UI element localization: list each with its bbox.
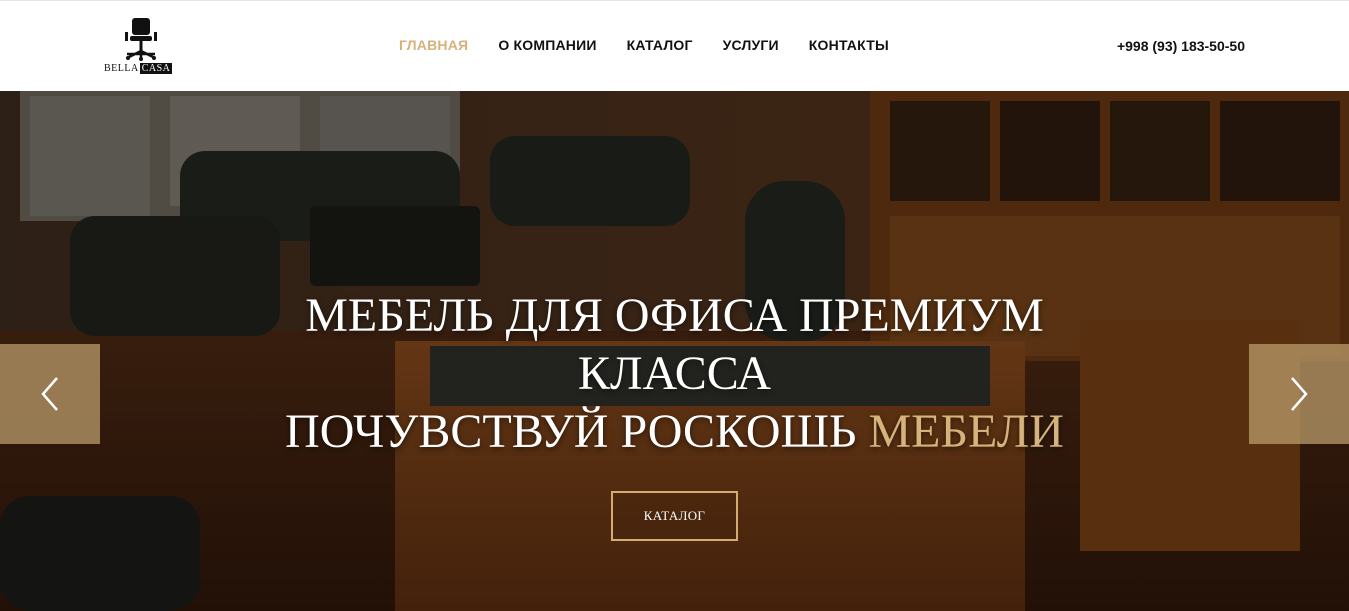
logo-text-casa: CASA [139,62,173,74]
hero-headline-line3-white: ПОЧУВСТВУЙ РОСКОШЬ [285,405,857,458]
chevron-left-icon [41,377,58,411]
nav-item-about[interactable]: О КОМПАНИИ [498,37,596,53]
logo-text-bella: BELLA [104,62,139,74]
site-header: BELLA CASA ГЛАВНАЯ О КОМПАНИИ КАТАЛОГ УС… [0,0,1349,91]
nav-item-catalog[interactable]: КАТАЛОГ [627,37,693,53]
hero-slider: МЕБЕЛЬ ДЛЯ ОФИСА ПРЕМИУМ КЛАССА ПОЧУВСТВ… [0,91,1349,611]
site-logo[interactable]: BELLA CASA [104,17,178,75]
hero-headline-line2: КЛАССА [577,347,772,400]
nav-item-services[interactable]: УСЛУГИ [723,37,779,53]
hero-headline-line3: ПОЧУВСТВУЙ РОСКОШЬ МЕБЕЛИ [0,403,1349,461]
main-nav: ГЛАВНАЯ О КОМПАНИИ КАТАЛОГ УСЛУГИ КОНТАК… [399,37,889,53]
hero-headline-line3-accent: МЕБЕЛИ [868,405,1064,458]
chevron-right-icon [1291,377,1308,411]
slider-next-button[interactable] [1249,344,1349,444]
hero-headline-line1: МЕБЕЛЬ ДЛЯ ОФИСА ПРЕМИУМ [305,289,1044,342]
hero-headline: МЕБЕЛЬ ДЛЯ ОФИСА ПРЕМИУМ КЛАССА ПОЧУВСТВ… [0,287,1349,461]
catalog-button[interactable]: КАТАЛОГ [611,491,738,541]
slider-prev-button[interactable] [0,344,100,444]
office-chair-icon [125,18,157,61]
logo-wordmark: BELLA CASA [104,62,173,74]
nav-item-contacts[interactable]: КОНТАКТЫ [809,37,889,53]
header-phone[interactable]: +998 (93) 183-50-50 [1117,38,1245,54]
nav-item-home[interactable]: ГЛАВНАЯ [399,37,468,53]
